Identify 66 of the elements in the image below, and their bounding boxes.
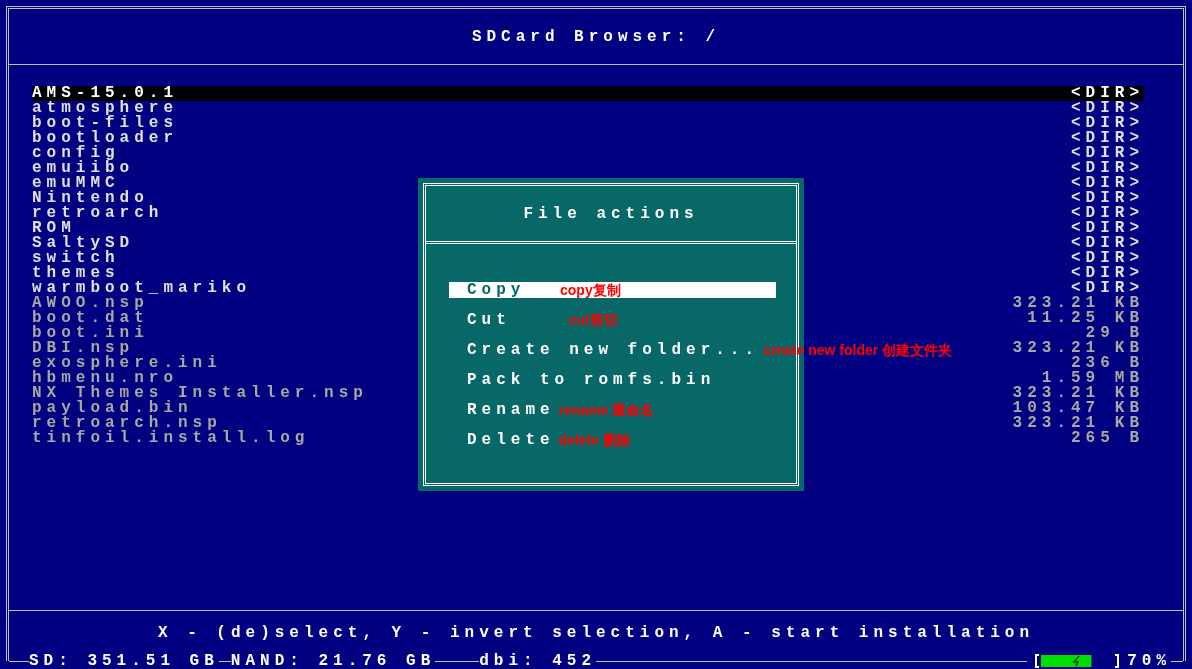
- file-size: <DIR>: [1071, 281, 1144, 296]
- file-size: 11.25 KB: [1027, 311, 1144, 326]
- file-name[interactable]: DBI.nsp: [32, 341, 135, 356]
- file-size: <DIR>: [1071, 221, 1144, 236]
- file-size: 1.59 MB: [1041, 371, 1144, 386]
- file-size: 323.21 KB: [1012, 386, 1144, 401]
- file-size: <DIR>: [1071, 86, 1144, 101]
- file-name[interactable]: tinfoil.install.log: [32, 431, 310, 446]
- file-name[interactable]: atmosphere: [32, 101, 178, 116]
- file-size: <DIR>: [1071, 116, 1144, 131]
- file-size: <DIR>: [1071, 146, 1144, 161]
- file-size: <DIR>: [1071, 101, 1144, 116]
- file-name[interactable]: boot.dat: [32, 311, 149, 326]
- nand-space: NAND: 21.76 GB: [230, 651, 436, 669]
- file-size: <DIR>: [1071, 161, 1144, 176]
- file-name[interactable]: bootloader: [32, 131, 178, 146]
- file-size: <DIR>: [1071, 191, 1144, 206]
- menu-item[interactable]: Rename: [449, 402, 555, 418]
- menu-item[interactable]: Delete: [449, 432, 555, 448]
- file-name[interactable]: NX Themes Installer.nsp: [32, 386, 368, 401]
- sd-space: SD: 351.51 GB: [29, 651, 219, 669]
- annotation-text: rename 重命名: [558, 400, 655, 420]
- file-name[interactable]: hbmenu.nro: [32, 371, 178, 386]
- file-name[interactable]: config: [32, 146, 120, 161]
- file-name[interactable]: SaltySD: [32, 236, 135, 251]
- file-size: <DIR>: [1071, 206, 1144, 221]
- annotation-text: cut剪切: [568, 310, 618, 330]
- file-name[interactable]: emuiibo: [32, 161, 135, 176]
- battery-icon: [1035, 654, 1120, 668]
- file-name[interactable]: AWOO.nsp: [32, 296, 149, 311]
- file-row[interactable]: AMS-15.0.1 <DIR>: [32, 86, 1144, 101]
- dbi-version: dbi: 452: [479, 651, 597, 669]
- dialog-title: File actions: [523, 203, 699, 225]
- file-name[interactable]: boot-files: [32, 116, 178, 131]
- file-name[interactable]: ROM: [32, 221, 76, 236]
- window-title: SDCard Browser: /: [471, 26, 721, 48]
- file-size: 323.21 KB: [1012, 296, 1144, 311]
- file-name[interactable]: AMS-15.0.1: [32, 86, 178, 101]
- battery-percent: 70%: [1127, 651, 1171, 669]
- file-size: <DIR>: [1071, 266, 1144, 281]
- file-size: 265 B: [1071, 431, 1144, 446]
- file-name[interactable]: themes: [32, 266, 120, 281]
- file-name[interactable]: switch: [32, 251, 120, 266]
- file-name[interactable]: Nintendo: [32, 191, 149, 206]
- file-size: 236 B: [1071, 356, 1144, 371]
- file-name[interactable]: retroarch.nsp: [32, 416, 222, 431]
- file-size: <DIR>: [1071, 131, 1144, 146]
- file-size: <DIR>: [1071, 236, 1144, 251]
- menu-item[interactable]: Create new folder...: [449, 342, 760, 358]
- file-name[interactable]: payload.bin: [32, 401, 193, 416]
- file-size: 323.21 KB: [1012, 416, 1144, 431]
- file-size: <DIR>: [1071, 176, 1144, 191]
- file-name[interactable]: retroarch: [32, 206, 164, 221]
- file-size: 323.21 KB: [1012, 341, 1144, 356]
- file-size: <DIR>: [1071, 251, 1144, 266]
- annotation-text: copy复制: [560, 280, 621, 300]
- file-size: 29 B: [1085, 326, 1144, 341]
- file-name[interactable]: warmboot_mariko: [32, 281, 252, 296]
- hint-text: X - (de)select, Y - invert selection, A - start installation: [157, 622, 1035, 644]
- annotation-text: delete 删除: [558, 430, 631, 450]
- menu-item[interactable]: Pack to romfs.bin: [449, 372, 716, 388]
- menu-item[interactable]: Cut: [449, 312, 511, 328]
- file-name[interactable]: boot.ini: [32, 326, 149, 341]
- file-name[interactable]: exosphere.ini: [32, 356, 222, 371]
- file-size: 103.47 KB: [1012, 401, 1144, 416]
- file-name[interactable]: emuMMC: [32, 176, 120, 191]
